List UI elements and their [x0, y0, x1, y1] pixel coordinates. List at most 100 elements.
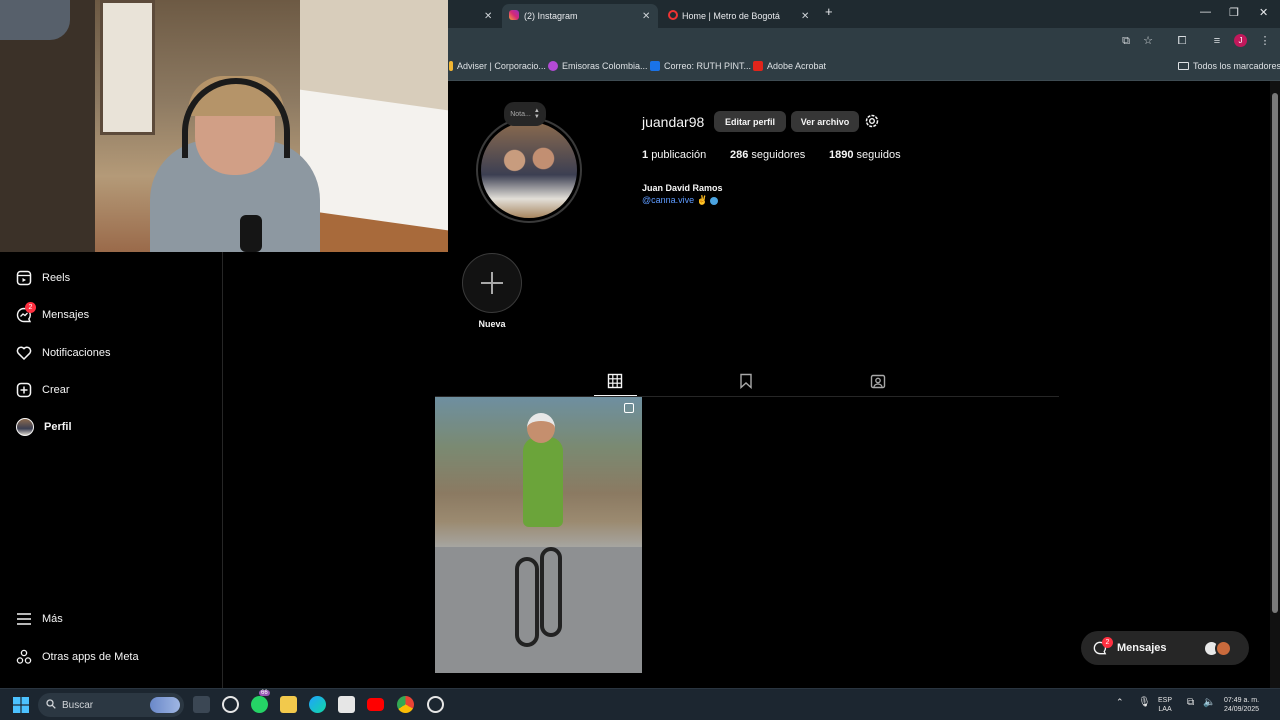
network-icon[interactable]: ⧉ — [1187, 698, 1194, 708]
cast-icon[interactable]: ⧉ — [1119, 34, 1133, 48]
bookmark-adviser[interactable]: Adviser | Corporacio... — [449, 61, 546, 71]
bookmark-correo[interactable]: Correo: RUTH PINT... — [650, 61, 751, 71]
messages-label: Mensajes — [1117, 642, 1167, 654]
page-scrollbar[interactable] — [1270, 81, 1280, 688]
note-text: Nota... — [510, 110, 531, 118]
globe-emoji-icon — [710, 196, 719, 205]
followers-stat[interactable]: 286 seguidores — [730, 149, 805, 161]
outlook-icon — [650, 61, 660, 71]
notification-badge: 2 — [25, 302, 36, 313]
adobe-icon — [753, 61, 763, 71]
bookmark-label: Todos los marcadores — [1193, 61, 1280, 71]
folder-icon — [1178, 62, 1189, 70]
note-bubble[interactable]: Nota... ▲ ▼ — [504, 102, 546, 126]
bio-handle-link[interactable]: @canna.vive — [642, 195, 694, 205]
hamburger-menu-icon — [16, 611, 32, 627]
new-highlight-button[interactable] — [462, 253, 522, 313]
following-count: 1890 — [829, 149, 854, 161]
scroll-thumb[interactable] — [1272, 93, 1278, 613]
new-highlight-label: Nueva — [478, 319, 506, 329]
saved-bookmark-icon[interactable] — [738, 373, 754, 390]
sidebar-item-crear[interactable]: Crear — [16, 378, 70, 402]
extensions-icon[interactable]: ⧠ — [1175, 34, 1189, 48]
taskbar-search[interactable]: Buscar — [38, 693, 184, 717]
sidebar-item-label: Perfil — [44, 421, 72, 433]
webcam-overlay — [0, 0, 448, 252]
posts-grid-icon[interactable] — [607, 373, 623, 389]
messenger-icon: 2 — [16, 302, 36, 323]
posts-stat: 1 publicación — [642, 149, 706, 161]
chrome-icon[interactable] — [397, 696, 414, 713]
bookmark-label: Adobe Acrobat — [767, 61, 827, 71]
chatgpt-alt-icon[interactable] — [427, 696, 444, 713]
tagged-icon[interactable] — [870, 373, 886, 389]
heart-icon — [16, 345, 32, 361]
profile-username: juandar98 — [642, 114, 705, 130]
all-bookmarks-folder[interactable]: Todos los marcadores — [1178, 61, 1280, 71]
microphone-icon[interactable]: 🎙 — [1138, 698, 1151, 708]
plus-icon — [481, 272, 503, 294]
edge-icon[interactable] — [309, 696, 326, 713]
language-indicator[interactable]: ESP LAA — [1158, 696, 1172, 714]
post-thumbnail[interactable] — [435, 397, 642, 673]
bookmark-label: Correo: RUTH PINT... — [664, 61, 752, 71]
chatgpt-icon[interactable] — [222, 696, 239, 713]
tab-instagram[interactable]: (2) Instagram ✕ — [502, 4, 658, 28]
bookmark-adobe[interactable]: Adobe Acrobat — [753, 61, 826, 71]
search-icon — [46, 698, 56, 712]
close-window-icon[interactable]: ✕ — [1259, 6, 1268, 19]
youtube-icon[interactable] — [367, 698, 384, 711]
instagram-sidebar: Reels 2 Mensajes Notificaciones Crear Pe… — [0, 252, 223, 688]
profile-avatar-button[interactable]: J — [1234, 34, 1247, 47]
store-icon[interactable] — [338, 696, 355, 713]
sidebar-item-perfil[interactable]: Perfil — [16, 415, 72, 439]
volume-icon[interactable]: 🔈 — [1203, 698, 1215, 708]
media-control-icon[interactable]: ≡ — [1210, 34, 1224, 48]
active-tab-indicator — [594, 395, 637, 396]
clock[interactable]: 07:49 a. m. 24/09/2025 — [1224, 696, 1259, 714]
carousel-icon — [624, 403, 634, 413]
profile-picture[interactable] — [476, 117, 582, 223]
sidebar-item-otras-apps[interactable]: Otras apps de Meta — [16, 645, 139, 669]
sidebar-item-notificaciones[interactable]: Notificaciones — [16, 341, 110, 365]
settings-gear-icon[interactable] — [864, 113, 880, 129]
tab-metro-bogota[interactable]: Home | Metro de Bogotá ✕ — [662, 4, 814, 28]
minimize-icon[interactable]: — — [1200, 6, 1211, 18]
instagram-icon — [509, 10, 519, 20]
file-explorer-icon[interactable] — [280, 696, 297, 713]
edit-profile-button[interactable]: Editar perfil — [714, 111, 786, 132]
metro-icon — [668, 10, 678, 20]
close-tab-icon[interactable]: ✕ — [801, 11, 809, 22]
windows-start-icon[interactable] — [13, 697, 29, 716]
following-label: seguidos — [856, 149, 901, 161]
sidebar-item-label: Reels — [42, 272, 71, 284]
create-plus-icon — [16, 382, 32, 398]
task-view-icon[interactable] — [193, 696, 210, 713]
bookmark-star-icon[interactable]: ☆ — [1141, 34, 1155, 48]
sidebar-item-mensajes[interactable]: 2 Mensajes — [16, 302, 89, 327]
messages-floating-button[interactable]: 2 Mensajes — [1081, 631, 1249, 665]
profile-bio: @canna.vive ✌ — [642, 195, 719, 206]
profile-avatar-icon — [16, 418, 34, 436]
whatsapp-icon[interactable]: 66 — [251, 690, 270, 713]
browser-toolbar: ⧉ ☆ ⧠ ≡ J ⋮ — [448, 28, 1280, 54]
browser-menu-icon[interactable]: ⋮ — [1258, 34, 1272, 48]
close-tab-icon[interactable]: ✕ — [642, 11, 650, 22]
sidebar-item-reels[interactable]: Reels — [16, 266, 70, 290]
new-tab-icon[interactable]: + — [825, 4, 833, 19]
bookmark-favicon — [449, 61, 453, 71]
posts-label: publicación — [651, 149, 707, 161]
restore-icon[interactable]: ❐ — [1229, 6, 1239, 19]
bookmark-emisoras[interactable]: Emisoras Colombia... — [548, 61, 648, 71]
sidebar-item-label: Más — [42, 613, 63, 625]
following-stat[interactable]: 1890 seguidos — [829, 149, 901, 161]
bookmark-favicon — [548, 61, 558, 71]
view-archive-button[interactable]: Ver archivo — [791, 111, 859, 132]
tray-overflow-icon[interactable]: ⌃ — [1116, 698, 1124, 707]
note-arrows-icon: ▲ ▼ — [533, 108, 540, 120]
sidebar-item-mas[interactable]: Más — [16, 607, 63, 631]
followers-label: seguidores — [751, 149, 806, 161]
tab-label: Home | Metro de Bogotá — [682, 11, 780, 21]
bookmarks-bar: Adviser | Corporacio... Emisoras Colombi… — [448, 54, 1280, 81]
sidebar-item-label: Crear — [42, 384, 70, 396]
